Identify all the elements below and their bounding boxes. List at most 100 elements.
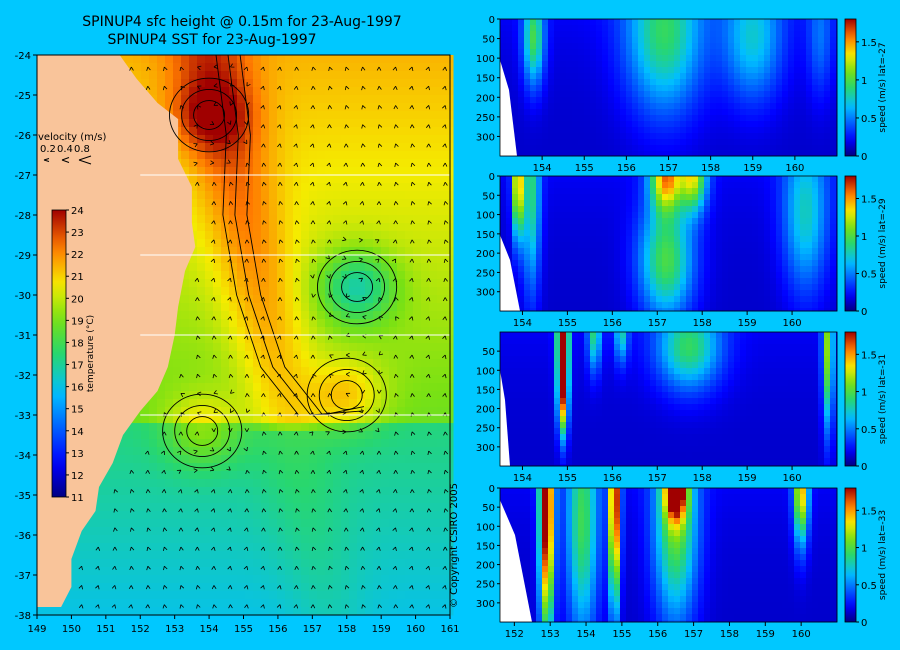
sst-cell [421, 327, 430, 336]
sst-cell [221, 191, 230, 200]
speed-cell [512, 85, 518, 91]
sst-cell [397, 63, 406, 72]
sst-cell [197, 383, 206, 392]
sst-cell [437, 359, 446, 368]
speed-cell [656, 85, 662, 91]
sst-cell [365, 511, 374, 520]
sst-cell [413, 55, 422, 64]
sst-cell [181, 383, 190, 392]
speed-cell [548, 25, 554, 31]
speed-cell [578, 79, 584, 85]
speed-cell [596, 79, 602, 85]
sst-cell [181, 591, 190, 600]
speed-cell [548, 31, 554, 37]
speed-cell [560, 127, 566, 133]
speed-cell [602, 37, 608, 43]
sst-cell [429, 159, 438, 168]
speed-cell [578, 73, 584, 79]
sst-cell [229, 415, 238, 424]
sst-cell [189, 175, 198, 184]
sst-cell [429, 511, 438, 520]
sst-cell [421, 231, 430, 240]
sst-cell [357, 343, 366, 352]
sst-cell [301, 591, 310, 600]
sst-cell [261, 551, 270, 560]
sst-cell [413, 95, 422, 104]
speed-cell [524, 37, 530, 43]
speed-cell [632, 61, 638, 67]
sst-cell [333, 535, 342, 544]
sst-cell [365, 495, 374, 504]
sst-cell [309, 359, 318, 368]
sst-cell [333, 247, 342, 256]
sst-cell [381, 415, 390, 424]
sst-cell [397, 199, 406, 208]
sst-cell [325, 439, 334, 448]
speed-cell [500, 19, 506, 25]
sst-cell [253, 551, 262, 560]
sst-cell [349, 551, 358, 560]
colorbar-tick-label: 20 [71, 294, 84, 305]
sst-cell [245, 455, 254, 464]
sst-cell [437, 143, 446, 152]
sst-cell [133, 551, 142, 560]
sst-cell [357, 495, 366, 504]
sst-cell [301, 463, 310, 472]
sst-cell [253, 535, 262, 544]
sst-cell [445, 263, 454, 272]
speed-cell [620, 139, 626, 145]
sst-cell [397, 335, 406, 344]
speed-cell [542, 151, 548, 156]
sst-cell [301, 303, 310, 312]
sst-cell [197, 239, 206, 248]
speed-cell [626, 49, 632, 55]
sst-cell [245, 375, 254, 384]
sst-cell [333, 79, 342, 88]
sst-cell [341, 199, 350, 208]
sst-cell [349, 535, 358, 544]
speed-cell [530, 151, 536, 156]
sst-cell [389, 559, 398, 568]
sst-cell [445, 159, 454, 168]
speed-cell [614, 55, 620, 61]
speed-cell [650, 73, 656, 79]
sst-cell [381, 95, 390, 104]
sst-cell [285, 223, 294, 232]
sst-cell [413, 351, 422, 360]
speed-cell [578, 133, 584, 139]
speed-cell [530, 115, 536, 121]
sst-cell [205, 103, 214, 112]
sst-cell [205, 431, 214, 440]
speed-cell [650, 67, 656, 73]
speed-cell [656, 145, 662, 151]
sst-cell [325, 231, 334, 240]
sst-cell [445, 151, 454, 160]
sst-cell [277, 239, 286, 248]
sst-cell [165, 591, 174, 600]
sst-cell [389, 439, 398, 448]
sst-cell [157, 511, 166, 520]
sst-cell [333, 151, 342, 160]
sst-cell [333, 335, 342, 344]
sst-cell [149, 423, 158, 432]
sst-cell [437, 167, 446, 176]
speed-cell [530, 121, 536, 127]
speed-cell [662, 37, 668, 43]
sst-cell [205, 255, 214, 264]
sst-cell [397, 439, 406, 448]
sst-cell [357, 167, 366, 176]
speed-cell [614, 73, 620, 79]
sst-cell [333, 127, 342, 136]
speed-cell [512, 91, 518, 97]
sst-cell [365, 391, 374, 400]
speed-cell [512, 103, 518, 109]
sst-cell [237, 399, 246, 408]
sst-cell [141, 487, 150, 496]
sst-cell [253, 415, 262, 424]
sst-cell [365, 63, 374, 72]
sst-cell [317, 519, 326, 528]
sst-cell [333, 191, 342, 200]
sst-cell [141, 503, 150, 512]
sst-cell [373, 551, 382, 560]
sst-cell [381, 583, 390, 592]
